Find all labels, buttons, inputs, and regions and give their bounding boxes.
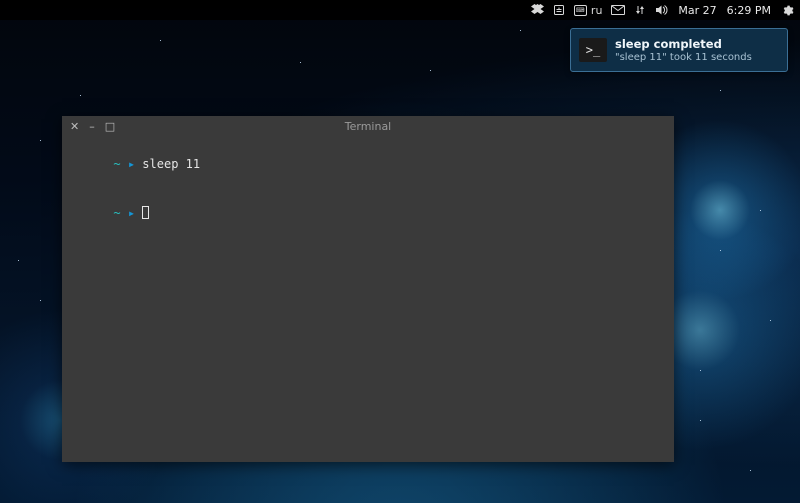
- panel-time[interactable]: 6:29 PM: [727, 4, 771, 17]
- terminal-line: ~ ▸ sleep 11: [70, 140, 666, 188]
- terminal-icon-glyph: >_: [586, 43, 600, 57]
- notification-toast[interactable]: >_ sleep completed "sleep 11" took 11 se…: [570, 28, 788, 72]
- maximize-icon[interactable]: □: [105, 121, 115, 132]
- terminal-window[interactable]: ✕ – □ Terminal ~ ▸ sleep 11 ~ ▸: [62, 116, 674, 462]
- volume-icon[interactable]: [655, 4, 668, 16]
- panel-date[interactable]: Mar 27: [678, 4, 716, 17]
- terminal-command: sleep 11: [142, 157, 200, 171]
- terminal-title: Terminal: [62, 120, 674, 133]
- system-tray: ⌨ ru: [531, 4, 669, 17]
- top-panel: ⌨ ru Mar 27 6:29 PM: [0, 0, 800, 20]
- close-icon[interactable]: ✕: [70, 121, 79, 132]
- dropbox-icon[interactable]: [531, 4, 544, 16]
- minimize-icon[interactable]: –: [89, 121, 95, 132]
- terminal-cursor: [142, 206, 149, 219]
- terminal-titlebar[interactable]: ✕ – □ Terminal: [62, 116, 674, 136]
- notification-title: sleep completed: [615, 37, 752, 51]
- terminal-line: ~ ▸: [70, 188, 666, 237]
- notification-body: "sleep 11" took 11 seconds: [615, 51, 752, 64]
- terminal-content[interactable]: ~ ▸ sleep 11 ~ ▸: [62, 136, 674, 462]
- update-manager-icon[interactable]: [553, 4, 565, 16]
- terminal-icon: >_: [579, 38, 607, 62]
- keyboard-layout-label: ru: [591, 4, 603, 17]
- settings-gear-icon[interactable]: [781, 4, 794, 17]
- keyboard-layout-indicator[interactable]: ⌨ ru: [574, 4, 603, 17]
- keyboard-icon: ⌨: [574, 5, 587, 16]
- notification-text: sleep completed "sleep 11" took 11 secon…: [615, 37, 752, 64]
- mail-icon[interactable]: [611, 5, 625, 15]
- network-icon[interactable]: [634, 4, 646, 16]
